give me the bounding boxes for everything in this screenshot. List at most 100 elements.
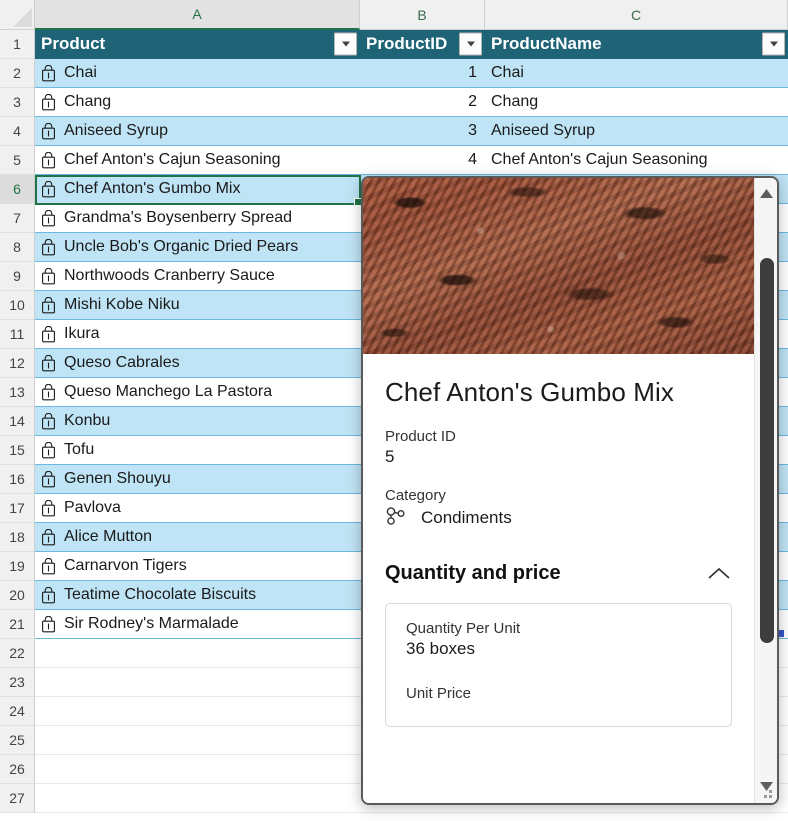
cell-productname-3[interactable]: Chang	[485, 88, 788, 117]
cell-product-10[interactable]: Mishi Kobe Niku	[35, 291, 360, 320]
cell-text: Chang	[491, 93, 539, 110]
cell-productid-3[interactable]: 2	[360, 88, 485, 117]
cell-product-11[interactable]: Ikura	[35, 320, 360, 349]
column-header-a[interactable]: A	[35, 0, 360, 30]
row-header-23[interactable]: 23	[0, 668, 35, 697]
column-header-c[interactable]: C	[485, 0, 788, 30]
cell-text: Uncle Bob's Organic Dried Pears	[64, 238, 299, 255]
field-value-category-row[interactable]: Condiments	[385, 506, 732, 531]
cell-product-17[interactable]: Pavlova	[35, 494, 360, 523]
chevron-up-icon[interactable]	[706, 561, 732, 587]
row-header-14[interactable]: 14	[0, 407, 35, 436]
product-entity-icon	[41, 383, 56, 401]
filter-dropdown-productname[interactable]	[762, 32, 785, 56]
row-header-20[interactable]: 20	[0, 581, 35, 610]
cell-text: Chai	[64, 64, 97, 81]
row-header-25[interactable]: 25	[0, 726, 35, 755]
field-label-product-id: Product ID	[385, 427, 456, 445]
row-header-7[interactable]: 7	[0, 204, 35, 233]
row-header-10[interactable]: 10	[0, 291, 35, 320]
cell-product-8[interactable]: Uncle Bob's Organic Dried Pears	[35, 233, 360, 262]
column-header-b[interactable]: B	[360, 0, 485, 30]
table-header-row: 1 Product ProductID ProductName	[0, 30, 788, 59]
cell-product-21[interactable]: Sir Rodney's Marmalade	[35, 610, 360, 639]
row-header-12[interactable]: 12	[0, 349, 35, 378]
row-header-15[interactable]: 15	[0, 436, 35, 465]
row-header-9[interactable]: 9	[0, 262, 35, 291]
row-header-26[interactable]: 26	[0, 755, 35, 784]
cell-product-22[interactable]	[35, 639, 360, 668]
scroll-up-button[interactable]	[755, 180, 777, 206]
row-header-22[interactable]: 22	[0, 639, 35, 668]
cell-productname-2[interactable]: Chai	[485, 59, 788, 88]
table-header-productname[interactable]: ProductName	[485, 30, 788, 59]
product-entity-icon	[41, 267, 56, 285]
table-row[interactable]: 4 Aniseed Syrup 3 Aniseed Syrup	[0, 117, 788, 146]
table-header-product[interactable]: Product	[35, 30, 360, 59]
cell-product-25[interactable]	[35, 726, 360, 755]
cell-product-18[interactable]: Alice Mutton	[35, 523, 360, 552]
field-value-quantity-per-unit: 36 boxes	[406, 638, 475, 658]
row-header-27[interactable]: 27	[0, 784, 35, 813]
cell-product-15[interactable]: Tofu	[35, 436, 360, 465]
row-header-6[interactable]: 6	[0, 175, 35, 204]
cell-product-12[interactable]: Queso Cabrales	[35, 349, 360, 378]
cell-text: Grandma's Boysenberry Spread	[64, 209, 293, 226]
row-header-17[interactable]: 17	[0, 494, 35, 523]
cell-productid-4[interactable]: 3	[360, 117, 485, 146]
field-label-quantity-per-unit: Quantity Per Unit	[406, 619, 521, 637]
scrollbar-thumb[interactable]	[760, 258, 774, 643]
row-header-18[interactable]: 18	[0, 523, 35, 552]
card-scrollbar[interactable]	[754, 178, 777, 803]
card-body: Chef Anton's Gumbo Mix Product ID 5 Cate…	[363, 354, 754, 727]
cell-productid-2[interactable]: 1	[360, 59, 485, 88]
cell-product-14[interactable]: Konbu	[35, 407, 360, 436]
cell-product-13[interactable]: Queso Manchego La Pastora	[35, 378, 360, 407]
quantity-price-panel: Quantity Per Unit 36 boxes Unit Price	[385, 602, 732, 727]
cell-product-23[interactable]	[35, 668, 360, 697]
row-header-3[interactable]: 3	[0, 88, 35, 117]
cell-product-19[interactable]: Carnarvon Tigers	[35, 552, 360, 581]
row-header-4[interactable]: 4	[0, 117, 35, 146]
row-header-16[interactable]: 16	[0, 465, 35, 494]
table-header-productid[interactable]: ProductID	[360, 30, 485, 59]
cell-product-24[interactable]	[35, 697, 360, 726]
cell-product-27[interactable]	[35, 784, 360, 813]
cell-product-3[interactable]: Chang	[35, 88, 360, 117]
cell-product-16[interactable]: Genen Shouyu	[35, 465, 360, 494]
filter-dropdown-product[interactable]	[334, 32, 357, 56]
table-row[interactable]: 3 Chang 2 Chang	[0, 88, 788, 117]
cell-product-6[interactable]: Chef Anton's Gumbo Mix	[35, 175, 360, 204]
cell-text: Genen Shouyu	[64, 470, 171, 487]
row-header-8[interactable]: 8	[0, 233, 35, 262]
select-all-corner[interactable]	[0, 0, 35, 30]
row-header-11[interactable]: 11	[0, 320, 35, 349]
product-entity-icon	[41, 528, 56, 546]
table-header-productname-label: ProductName	[491, 34, 602, 53]
row-header-19[interactable]: 19	[0, 552, 35, 581]
cell-productname-5[interactable]: Chef Anton's Cajun Seasoning	[485, 146, 788, 175]
row-header-24[interactable]: 24	[0, 697, 35, 726]
row-header-5[interactable]: 5	[0, 146, 35, 175]
filter-dropdown-productid[interactable]	[459, 32, 482, 56]
row-header-13[interactable]: 13	[0, 378, 35, 407]
cell-text: Aniseed Syrup	[64, 122, 169, 139]
row-header-2[interactable]: 2	[0, 59, 35, 88]
cell-productname-4[interactable]: Aniseed Syrup	[485, 117, 788, 146]
resize-grip-icon[interactable]	[763, 789, 772, 798]
cell-productid-5[interactable]: 4	[360, 146, 485, 175]
table-row[interactable]: 2 Chai 1 Chai	[0, 59, 788, 88]
data-card-popup[interactable]: Chef Anton's Gumbo Mix Product ID 5 Cate…	[361, 176, 779, 805]
row-header-1[interactable]: 1	[0, 30, 35, 59]
cell-product-26[interactable]	[35, 755, 360, 784]
cell-product-7[interactable]: Grandma's Boysenberry Spread	[35, 204, 360, 233]
table-row[interactable]: 5 Chef Anton's Cajun Seasoning 4 Chef Anton…	[0, 146, 788, 175]
cell-product-9[interactable]: Northwoods Cranberry Sauce	[35, 262, 360, 291]
cell-product-5[interactable]: Chef Anton's Cajun Seasoning	[35, 146, 360, 175]
row-header-21[interactable]: 21	[0, 610, 35, 639]
section-header-quantity-and-price[interactable]: Quantity and price	[385, 561, 732, 587]
cell-product-20[interactable]: Teatime Chocolate Biscuits	[35, 581, 360, 610]
cell-text: 4	[468, 151, 477, 168]
cell-product-2[interactable]: Chai	[35, 59, 360, 88]
cell-product-4[interactable]: Aniseed Syrup	[35, 117, 360, 146]
